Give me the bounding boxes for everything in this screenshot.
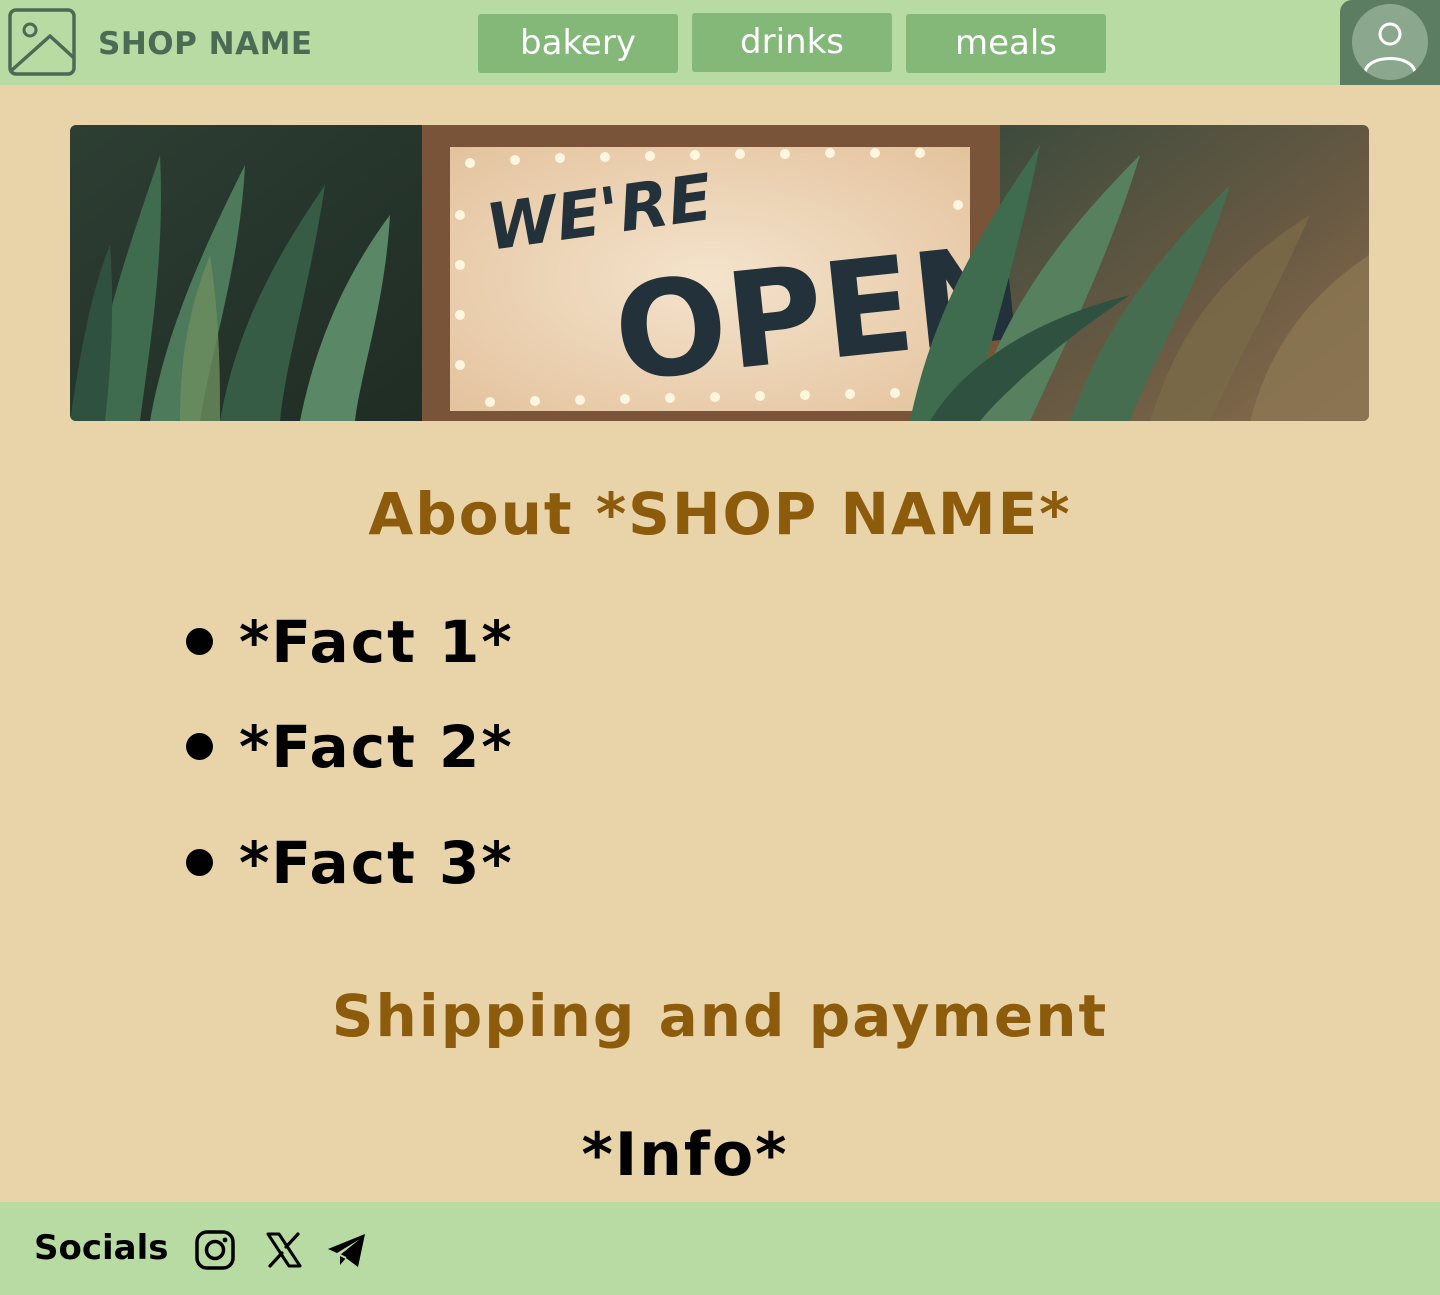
nav-meals-button[interactable]: meals (906, 14, 1106, 73)
shipping-info-text: *Info* (581, 1120, 789, 1190)
top-nav-bar: SHOP NAME bakery drinks meals (0, 0, 1440, 85)
bullet-icon (186, 628, 213, 656)
nav-drinks-button[interactable]: drinks (692, 13, 892, 72)
list-item: *Fact 3* (186, 825, 514, 901)
x-icon[interactable] (262, 1228, 306, 1272)
shipping-heading: Shipping and payment (331, 982, 1109, 1050)
bullet-icon (186, 733, 213, 761)
footer: Socials (0, 1202, 1440, 1295)
bullet-icon (186, 849, 213, 877)
nav-bakery-button[interactable]: bakery (478, 14, 678, 73)
profile-button[interactable] (1340, 0, 1440, 85)
socials-label: Socials (34, 1228, 169, 1268)
fact-text: *Fact 2* (239, 713, 514, 781)
list-item: *Fact 1* (186, 604, 514, 680)
shop-name[interactable]: SHOP NAME (98, 24, 313, 64)
fact-text: *Fact 3* (239, 829, 514, 897)
fact-text: *Fact 1* (239, 608, 514, 676)
hero-banner-image: WE'RE OPEN (70, 125, 1369, 421)
list-item: *Fact 2* (186, 709, 514, 785)
user-avatar-icon (1352, 4, 1428, 80)
image-placeholder-icon[interactable] (8, 8, 76, 76)
instagram-icon[interactable] (193, 1228, 237, 1272)
about-heading: About *SHOP NAME* (368, 480, 1072, 548)
telegram-icon[interactable] (324, 1228, 368, 1272)
